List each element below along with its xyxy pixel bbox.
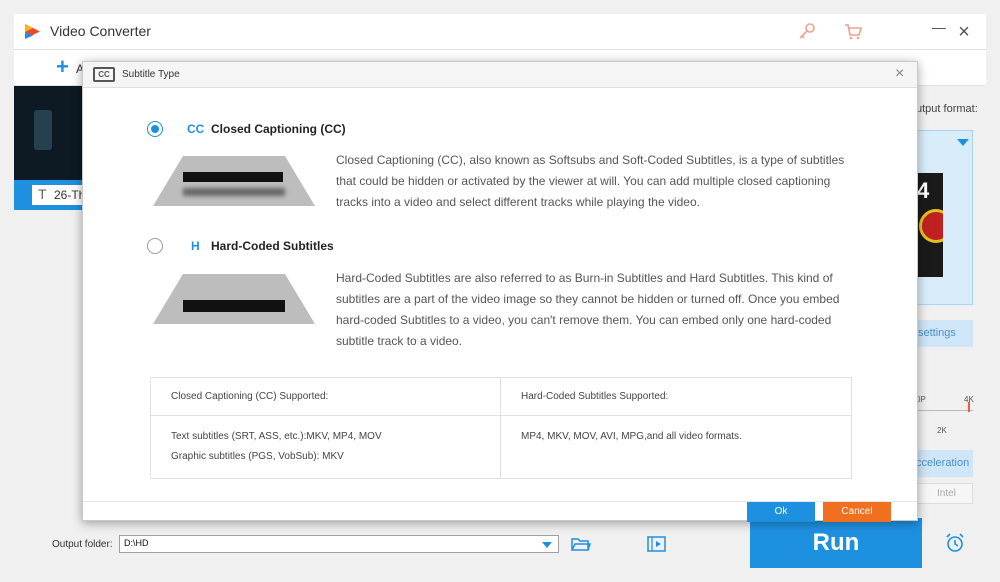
hardcoded-support-line: MP4, MKV, MOV, AVI, MPG,and all video fo… bbox=[521, 431, 742, 442]
cc-radio[interactable] bbox=[147, 121, 163, 137]
cc-option-title[interactable]: Closed Captioning (CC) bbox=[211, 122, 346, 136]
subtitle-track-row[interactable]: T 26-Th bbox=[14, 180, 88, 210]
dialog-header: CC Subtitle Type × bbox=[83, 62, 917, 88]
cc-tag-icon: CC bbox=[187, 122, 205, 136]
hardcoded-option-description: Hard-Coded Subtitles are also referred t… bbox=[336, 271, 840, 348]
format-number: 4 bbox=[917, 178, 930, 203]
output-folder-label: Output folder: bbox=[52, 539, 113, 550]
format-thumbnail: 4 bbox=[917, 173, 943, 277]
text-icon: T bbox=[38, 186, 47, 202]
support-table: Closed Captioning (CC) Supported: Hard-C… bbox=[150, 377, 852, 479]
plus-icon[interactable]: + bbox=[56, 54, 69, 80]
thumbnail-figure bbox=[34, 110, 52, 150]
subtitle-selector[interactable]: T 26-Th bbox=[32, 185, 88, 205]
settings-button[interactable]: settings bbox=[916, 320, 973, 347]
table-header-hardcoded: Hard-Coded Subtitles Supported: bbox=[501, 378, 851, 416]
dialog-title: Subtitle Type bbox=[122, 69, 180, 80]
cart-icon[interactable] bbox=[843, 22, 863, 42]
format-card[interactable]: 4 bbox=[916, 130, 973, 305]
resolution-slider-handle[interactable] bbox=[968, 402, 970, 412]
video-folder-icon[interactable] bbox=[647, 535, 667, 553]
chevron-down-icon[interactable] bbox=[542, 542, 552, 548]
run-button[interactable]: Run bbox=[750, 518, 922, 568]
title-bar: Video Converter × bbox=[14, 14, 986, 50]
resolution-mid-label: 2K bbox=[937, 426, 947, 435]
table-cell-hardcoded: MP4, MKV, MOV, AVI, MPG,and all video fo… bbox=[501, 416, 851, 478]
hardcoded-illustration bbox=[153, 274, 315, 324]
app-title: Video Converter bbox=[50, 23, 151, 39]
close-icon[interactable]: × bbox=[895, 65, 904, 83]
cc-support-line: Text subtitles (SRT, ASS, etc.):MKV, MP4… bbox=[171, 431, 382, 442]
app-window: Video Converter × + A T 26-Th utput form… bbox=[0, 0, 1000, 582]
table-cell-cc: Text subtitles (SRT, ASS, etc.):MKV, MP4… bbox=[151, 416, 501, 478]
app-logo-icon bbox=[25, 24, 40, 39]
hardcoded-tag-icon: H bbox=[191, 239, 200, 253]
close-icon[interactable]: × bbox=[952, 20, 976, 44]
table-header-cc: Closed Captioning (CC) Supported: bbox=[151, 378, 501, 416]
bottom-bar: Output folder: D:\HD Run bbox=[14, 518, 986, 568]
cancel-button[interactable]: Cancel bbox=[823, 502, 891, 522]
dropdown-arrow-icon[interactable] bbox=[957, 139, 969, 146]
intel-button[interactable]: Intel bbox=[916, 483, 973, 504]
minimize-icon[interactable] bbox=[932, 28, 946, 29]
cc-icon: CC bbox=[93, 67, 115, 82]
resolution-slider[interactable] bbox=[916, 410, 973, 411]
cc-illustration bbox=[153, 156, 315, 206]
radio-selected-dot bbox=[151, 125, 159, 133]
key-icon[interactable] bbox=[797, 22, 817, 42]
acceleration-button[interactable]: cceleration bbox=[916, 450, 973, 477]
output-folder-field[interactable]: D:\HD bbox=[119, 535, 559, 553]
subtitle-name: 26-Th bbox=[54, 188, 86, 202]
ok-button[interactable]: Ok bbox=[747, 502, 815, 522]
hardcoded-option-title[interactable]: Hard-Coded Subtitles bbox=[211, 239, 334, 253]
folder-icon[interactable] bbox=[571, 535, 591, 553]
video-thumbnail[interactable] bbox=[14, 86, 84, 180]
alarm-clock-icon[interactable] bbox=[944, 532, 966, 554]
output-format-label: utput format: bbox=[916, 103, 978, 115]
hardcoded-radio[interactable] bbox=[147, 238, 163, 254]
cc-support-line: Graphic subtitles (PGS, VobSub): MKV bbox=[171, 451, 344, 462]
subtitle-type-dialog: CC Subtitle Type × CC Closed Captioning … bbox=[82, 61, 918, 522]
cc-option-description: Closed Captioning (CC), also known as So… bbox=[336, 153, 845, 209]
film-reel-icon bbox=[919, 209, 943, 243]
